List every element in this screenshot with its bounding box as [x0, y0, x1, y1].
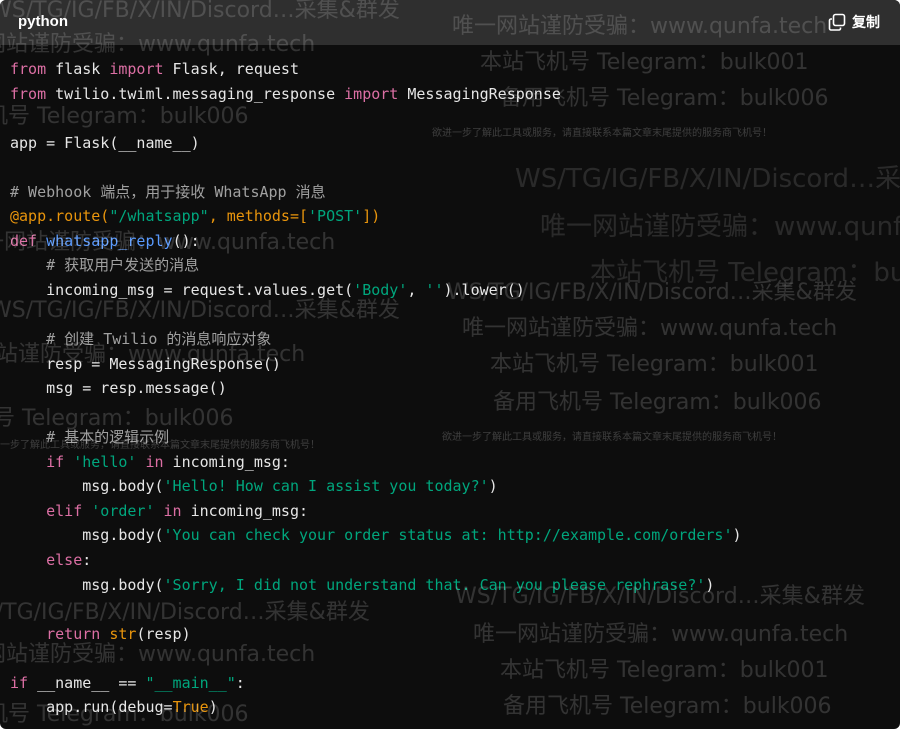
code-token: '' — [425, 280, 444, 299]
language-label: python — [18, 13, 68, 30]
code-line: resp = MessagingResponse() — [10, 354, 281, 374]
code-token: from — [10, 84, 47, 103]
code-token: 'POST' — [308, 207, 363, 226]
code-line: msg.body('Hello! How can I assist you to… — [10, 476, 498, 496]
code-line: # 创建 Twilio 的消息响应对象 — [10, 329, 271, 349]
code-token: , methods=[ — [208, 207, 309, 226]
code-token: twilio.twiml.messaging_response — [46, 84, 345, 103]
code-line: # 基本的逻辑示例 — [10, 427, 169, 447]
code-token: msg.body( — [10, 575, 164, 594]
code-token: return — [46, 624, 101, 643]
code-token: ) — [732, 526, 742, 545]
code-line: msg.body('You can check your order statu… — [10, 525, 742, 545]
code-line: from flask import Flask, request — [10, 59, 299, 79]
code-line: incoming_msg = request.values.get('Body'… — [10, 280, 525, 300]
code-token: in — [163, 501, 182, 520]
code-token: 'order' — [91, 501, 155, 520]
code-line: return str(resp) — [10, 624, 191, 644]
code-line: # 获取用户发送的消息 — [10, 255, 199, 275]
code-token: 'You can check your order status at: htt… — [163, 526, 733, 545]
code-line: msg = resp.message() — [10, 378, 227, 398]
code-token: if — [10, 673, 29, 692]
code-line: else: — [10, 550, 91, 570]
code-token: MessagingResponse — [398, 84, 561, 103]
code-token: incoming_msg: — [163, 452, 290, 471]
code-line: msg.body('Sorry, I did not understand th… — [10, 575, 714, 595]
code-line: app.run(debug=True) — [10, 697, 218, 717]
code-token: msg.body( — [10, 526, 164, 545]
code-token: @app.route( — [10, 207, 110, 226]
code-line: def whatsapp_reply(): — [10, 231, 200, 251]
code-token: ) — [208, 698, 218, 717]
code-token: if — [46, 452, 65, 471]
code-token: "__main__" — [145, 673, 236, 692]
code-token: msg = resp.message() — [10, 379, 227, 398]
code-token: ) — [705, 575, 715, 594]
code-content: from flask import Flask, request from twi… — [0, 45, 900, 729]
code-token: 'Sorry, I did not understand that. Can y… — [163, 575, 706, 594]
code-line: if 'hello' in incoming_msg: — [10, 452, 290, 472]
code-token: app.run(debug= — [10, 698, 173, 717]
code-token: elif — [46, 501, 83, 520]
code-token: flask — [46, 60, 110, 78]
code-token: (): — [172, 231, 200, 250]
code-token: import — [109, 60, 164, 78]
code-line: @app.route("/whatsapp", methods=['POST']… — [10, 206, 380, 226]
code-token: , — [407, 280, 426, 299]
code-token: ]) — [362, 207, 381, 226]
code-token: # Webhook 端点，用于接收 WhatsApp 消息 — [10, 182, 326, 201]
code-token: else — [46, 551, 83, 569]
copy-icon — [828, 13, 846, 31]
copy-button-label: 复制 — [852, 15, 880, 31]
code-token: in — [145, 452, 164, 471]
code-block-header: python 复制 — [0, 0, 900, 45]
code-line: app = Flask(__name__) — [10, 133, 200, 153]
code-token: __name__ == — [28, 673, 146, 692]
code-line: from twilio.twiml.messaging_response imp… — [10, 84, 561, 104]
code-token: Flask, request — [163, 60, 299, 78]
code-token: msg.body( — [10, 477, 164, 496]
code-line: elif 'order' in incoming_msg: — [10, 501, 308, 521]
code-token: whatsapp_reply — [46, 231, 173, 250]
code-token: incoming_msg = request.values.get( — [10, 280, 354, 299]
code-line: # Webhook 端点，用于接收 WhatsApp 消息 — [10, 182, 326, 202]
code-token: import — [344, 84, 399, 103]
code-token: ) — [488, 477, 498, 496]
code-token: # 创建 Twilio 的消息响应对象 — [46, 330, 272, 349]
code-token: "/whatsapp" — [109, 207, 209, 226]
code-token: str — [109, 624, 137, 643]
code-token: resp = MessagingResponse() — [10, 354, 281, 373]
code-token: def — [10, 231, 38, 250]
code-token: : — [82, 551, 92, 569]
code-line: if __name__ == "__main__": — [10, 673, 245, 693]
code-token: # 基本的逻辑示例 — [46, 428, 170, 447]
copy-button[interactable]: 复制 — [828, 12, 880, 32]
code-token: app = Flask(__name__) — [10, 133, 200, 152]
code-token: incoming_msg: — [181, 501, 309, 520]
code-token: : — [235, 673, 245, 692]
code-token: from — [10, 60, 47, 78]
code-token: 'hello' — [73, 452, 137, 471]
code-token: 'Body' — [353, 280, 408, 299]
code-token: True — [172, 698, 209, 717]
code-token: # 获取用户发送的消息 — [46, 256, 200, 275]
code-token: (resp) — [136, 624, 191, 643]
code-token: ).lower() — [443, 280, 525, 299]
code-block: python 复制 from flask import Flask, reque… — [0, 0, 900, 729]
code-token: 'Hello! How can I assist you today?' — [163, 477, 489, 496]
